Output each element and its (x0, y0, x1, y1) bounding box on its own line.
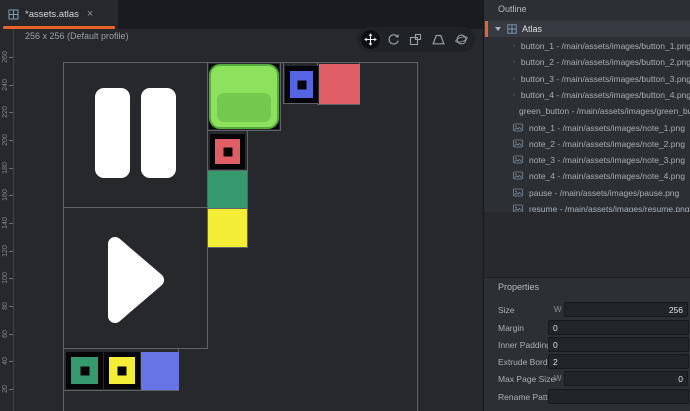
rotate-tool-icon[interactable] (384, 30, 403, 49)
image-icon (513, 188, 523, 197)
outline-item-note-3[interactable]: note_3 - /main/assets/images/note_3.png (484, 152, 690, 167)
image-icon (513, 123, 523, 132)
sprite-button-blue[interactable] (141, 352, 179, 390)
right-panel: Outline Atlas button_1 - /main/assets/im… (483, 0, 690, 411)
outline-root-atlas[interactable]: Atlas (484, 21, 690, 37)
scene-toolbar (357, 27, 475, 52)
region-pause (63, 62, 208, 208)
tab-close-icon[interactable]: × (87, 9, 93, 20)
max-page-axis-w: W (554, 374, 562, 383)
outline-root-label: Atlas (522, 24, 542, 34)
expand-caret-icon[interactable] (495, 27, 501, 31)
outline-item-button-2[interactable]: button_2 - /main/assets/images/button_2.… (484, 54, 690, 69)
sprite-button-yellow[interactable] (208, 209, 247, 247)
outline-item-note-4[interactable]: note_4 - /main/assets/images/note_4.png (484, 168, 690, 183)
outline-empty-area (484, 212, 690, 277)
sprite-button-pink[interactable] (319, 64, 360, 104)
tab-bar: *assets.atlas × (0, 0, 483, 29)
max-page-size-label: Max Page Size (498, 374, 555, 384)
green-button-face (217, 93, 271, 122)
atlas-file-icon (8, 9, 19, 20)
image-icon (513, 171, 523, 180)
active-tab-indicator (3, 26, 115, 29)
sprite-pause-bar-left[interactable] (95, 88, 130, 178)
tab-assets-atlas[interactable]: *assets.atlas × (0, 0, 118, 29)
image-icon (513, 155, 523, 164)
properties-header: Properties (498, 282, 539, 292)
outline-item-button-1[interactable]: button_1 - /main/assets/images/button_1.… (484, 38, 690, 53)
scale-tool-icon[interactable] (406, 30, 425, 49)
sprite-note-yellow[interactable] (104, 352, 140, 389)
outline-item-note-2[interactable]: note_2 - /main/assets/images/note_2.png (484, 136, 690, 151)
sprite-button-teal[interactable] (208, 171, 247, 208)
atlas-bound-right (417, 62, 418, 411)
perspective-camera-icon[interactable] (429, 30, 448, 49)
outline-item-pause[interactable]: pause - /main/assets/images/pause.png (484, 185, 690, 200)
image-icon (513, 139, 523, 148)
inner-padding-label: Inner Padding (498, 340, 551, 350)
selection-indicator (485, 21, 488, 37)
outline-item-button-4[interactable]: button_4 - /main/assets/images/button_4.… (484, 87, 690, 102)
sprite-note-blue[interactable] (285, 66, 318, 103)
outline-item-button-3[interactable]: button_3 - /main/assets/images/button_3.… (484, 71, 690, 86)
rename-patterns-input[interactable] (548, 389, 689, 404)
tab-title: *assets.atlas (25, 9, 79, 20)
note-hole (118, 366, 127, 375)
margin-input[interactable]: 0 (548, 320, 689, 335)
sprite-note-red[interactable] (210, 134, 245, 169)
image-icon (513, 57, 515, 66)
note-hole (223, 147, 232, 156)
image-icon (513, 90, 515, 99)
atlas-node-icon (507, 24, 517, 34)
max-page-w-input[interactable]: 0 (564, 371, 688, 386)
atlas-size-label: 256 x 256 (Default profile) (25, 31, 129, 41)
outline-item-note-1[interactable]: note_1 - /main/assets/images/note_1.png (484, 120, 690, 135)
outline-header: Outline (498, 4, 527, 14)
inner-padding-input[interactable]: 0 (548, 337, 689, 352)
sprite-resume-triangle[interactable] (95, 222, 180, 337)
defold-atlas-editor: *assets.atlas × 260 240 220 200 180 160 … (0, 0, 690, 411)
move-tool-icon[interactable] (361, 30, 380, 49)
size-w-input[interactable]: 256 (564, 302, 688, 317)
note-hole (297, 80, 306, 89)
panel-divider (484, 277, 690, 278)
note-hole (80, 366, 89, 375)
extrude-borders-input[interactable]: 2 (548, 354, 689, 369)
orbit-camera-icon[interactable] (452, 30, 471, 49)
image-icon (513, 74, 515, 83)
size-label: Size (498, 305, 515, 315)
vertical-ruler: 260 240 220 200 180 160 140 120 100 80 6… (0, 29, 14, 411)
image-icon (513, 41, 515, 50)
sprite-pause-bar-right[interactable] (141, 88, 176, 178)
margin-label: Margin (498, 323, 524, 333)
sprite-green-button[interactable] (209, 64, 279, 129)
size-axis-w: W (554, 305, 562, 314)
sprite-note-teal[interactable] (66, 352, 103, 389)
outline-item-green-button[interactable]: green_button - /main/assets/images/green… (484, 103, 690, 118)
